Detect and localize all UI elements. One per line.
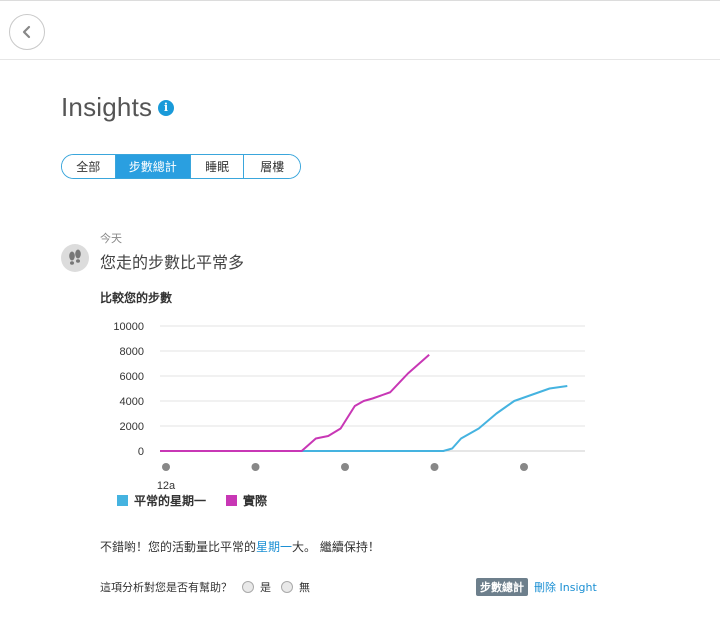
y-tick-label: 4000 [120, 396, 144, 408]
category-tag: 步數總計 [476, 578, 528, 596]
radio-no[interactable] [281, 581, 293, 593]
radio-no-label: 無 [299, 581, 310, 594]
series-usual-monday-line [160, 385, 568, 452]
tab-steps-total[interactable]: 步數總計 [115, 155, 191, 178]
steps-line-chart: 10000 8000 6000 4000 2000 0 12a [113, 321, 585, 492]
feedback-question: 這項分析對您是否有幫助？ [100, 581, 232, 594]
page-title: Insights [61, 92, 153, 122]
legend-item-actual: 實際 [226, 492, 267, 509]
insight-message: 不錯喲！您的活動量比平常的星期一大。 繼續保持！ [100, 538, 380, 555]
feedback-row: 這項分析對您是否有幫助？ 是 無 [100, 579, 310, 595]
legend-swatch-actual [226, 495, 238, 506]
series-actual-line [160, 354, 430, 452]
tab-sleep[interactable]: 睡眠 [190, 155, 245, 178]
insight-date: 今天 [100, 232, 122, 245]
x-tick-dot [430, 463, 439, 471]
chart-legend: 平常的星期一 實際 [117, 492, 287, 509]
tab-floors[interactable]: 層樓 [244, 155, 300, 178]
chevron-left-icon [22, 25, 31, 39]
y-tick-label: 0 [138, 446, 144, 458]
monday-link[interactable]: 星期一 [256, 540, 292, 554]
y-tick-label: 8000 [120, 346, 144, 358]
x-tick-label: 12a [157, 480, 176, 492]
message-text-start: 不錯喲！您的活動量比平常的 [100, 540, 257, 554]
top-bar [0, 0, 720, 60]
delete-insight-link[interactable]: 刪除 Insight [534, 579, 597, 595]
legend-label-usual-monday: 平常的星期一 [134, 494, 207, 508]
y-tick-label: 2000 [120, 421, 144, 433]
legend-swatch-usual-monday [117, 495, 128, 506]
x-tick-dot [341, 463, 349, 471]
info-icon[interactable]: i [158, 100, 174, 116]
back-button[interactable] [9, 14, 45, 50]
message-text-end: 大。 繼續保持！ [292, 540, 380, 554]
x-tick-dot [251, 463, 260, 471]
y-tick-label: 10000 [113, 321, 144, 333]
x-tick-dot [162, 463, 170, 471]
tab-all[interactable]: 全部 [62, 155, 116, 178]
footprints-icon [61, 244, 89, 272]
filter-tabs: 全部 步數總計 睡眠 層樓 [61, 154, 301, 179]
chart-title: 比較您的步數 [100, 291, 173, 305]
radio-yes[interactable] [242, 581, 254, 593]
x-tick-dot [520, 463, 528, 471]
legend-item-usual-monday: 平常的星期一 [117, 492, 206, 509]
legend-label-actual: 實際 [243, 494, 268, 508]
y-tick-label: 6000 [120, 371, 144, 383]
insight-headline: 您走的步數比平常多 [100, 253, 245, 272]
radio-yes-label: 是 [260, 581, 271, 594]
